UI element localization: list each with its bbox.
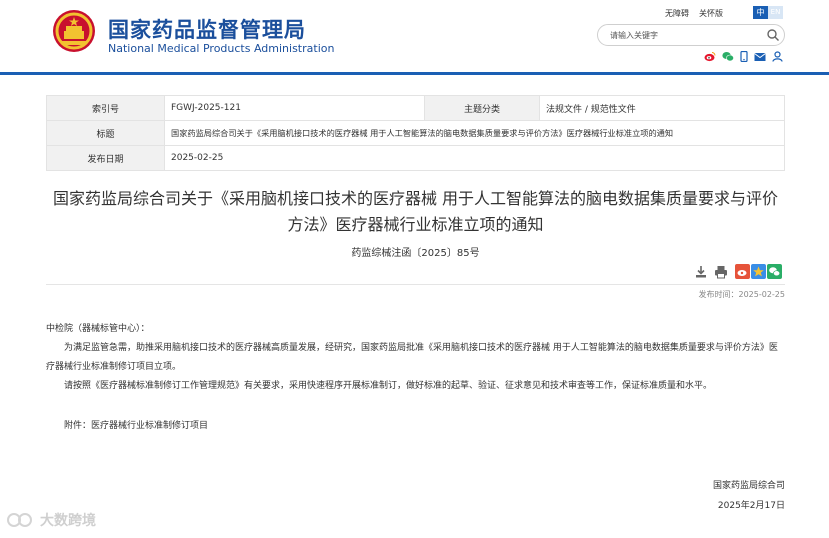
article-title: 国家药监局综合司关于《采用脑机接口技术的医疗器械 用于人工智能算法的脑电数据集质… — [46, 186, 785, 238]
article-divider — [46, 284, 785, 285]
top-links: 无障碍 关怀版 — [665, 8, 723, 19]
lang-en-button[interactable]: EN — [768, 6, 783, 19]
index-label: 索引号 — [46, 95, 165, 121]
article-title-line1: 国家药监局综合司关于《采用脑机接口技术的医疗器械 用于人工智能算法的脑电数据集质… — [52, 189, 779, 208]
document-number: 药监综械注函〔2025〕85号 — [351, 248, 480, 259]
weibo-share-icon[interactable] — [735, 264, 750, 279]
category-value: 法规文件 / 规范性文件 — [539, 95, 785, 121]
care-version-link[interactable]: 关怀版 — [699, 8, 723, 19]
search-box — [597, 24, 785, 46]
publish-time: 发布时间：2025-02-25 — [698, 290, 786, 299]
search-icon[interactable] — [766, 28, 780, 42]
site-title-en[interactable]: National Medical Products Administration — [108, 42, 334, 55]
mail-icon[interactable] — [754, 52, 766, 62]
paragraph-1: 为满足监管急需，助推采用脑机接口技术的医疗器械高质量发展，经研究，国家药监局批准… — [46, 343, 778, 372]
subject-value: 国家药监局综合司关于《采用脑机接口技术的医疗器械 用于人工智能算法的脑电数据集质… — [164, 120, 785, 146]
print-icon[interactable] — [714, 265, 728, 279]
signature-organization: 国家药监局综合司 — [712, 481, 785, 491]
attachment-link[interactable]: 附件：医疗器械行业标准制修订项目 — [46, 417, 785, 436]
lang-zh-button[interactable]: 中 — [753, 6, 768, 19]
subject-label: 标题 — [46, 120, 165, 146]
download-icon[interactable] — [694, 265, 708, 279]
user-icon[interactable] — [772, 51, 783, 62]
article-title-line2: 方法》医疗器械行业标准立项的通知 — [287, 215, 544, 234]
document-info-table: 索引号 FGWJ-2025-121 主题分类 法规文件 / 规范性文件 标题 国… — [46, 95, 785, 171]
national-emblem-icon[interactable] — [52, 9, 96, 53]
date-value: 2025-02-25 — [164, 145, 785, 171]
index-value: FGWJ-2025-121 — [164, 95, 425, 121]
header-divider-bar — [0, 72, 829, 75]
info-row-subject: 标题 国家药监局综合司关于《采用脑机接口技术的医疗器械 用于人工智能算法的脑电数… — [46, 120, 785, 146]
qzone-share-icon[interactable] — [751, 264, 766, 279]
accessibility-link[interactable]: 无障碍 — [665, 8, 689, 19]
signature-date: 2025年2月17日 — [717, 501, 785, 511]
weibo-icon[interactable] — [704, 51, 716, 62]
watermark: 大数跨境 — [6, 510, 96, 530]
article-tools — [694, 265, 728, 279]
search-input[interactable] — [610, 28, 760, 42]
date-label: 发布日期 — [46, 145, 165, 171]
watermark-logo-icon — [7, 513, 32, 527]
share-tools — [735, 264, 782, 279]
paragraph-2: 请按照《医疗器械标准制修订工作管理规范》有关要求，采用快速程序开展标准制订，做好… — [64, 381, 713, 391]
language-switch: 中 EN — [753, 6, 783, 19]
site-header: 国家药品监督管理局 National Medical Products Admi… — [0, 0, 829, 72]
salutation: 中检院（器械标管中心）： — [46, 324, 150, 334]
info-row-index: 索引号 FGWJ-2025-121 主题分类 法规文件 / 规范性文件 — [46, 95, 785, 121]
watermark-text: 大数跨境 — [40, 513, 96, 529]
site-title-cn[interactable]: 国家药品监督管理局 — [108, 14, 306, 44]
category-label: 主题分类 — [424, 95, 540, 121]
mobile-icon[interactable] — [740, 51, 748, 62]
info-row-date: 发布日期 2025-02-25 — [46, 145, 785, 171]
wechat-share-icon[interactable] — [767, 264, 782, 279]
social-links — [704, 51, 783, 62]
wechat-icon[interactable] — [722, 51, 734, 62]
